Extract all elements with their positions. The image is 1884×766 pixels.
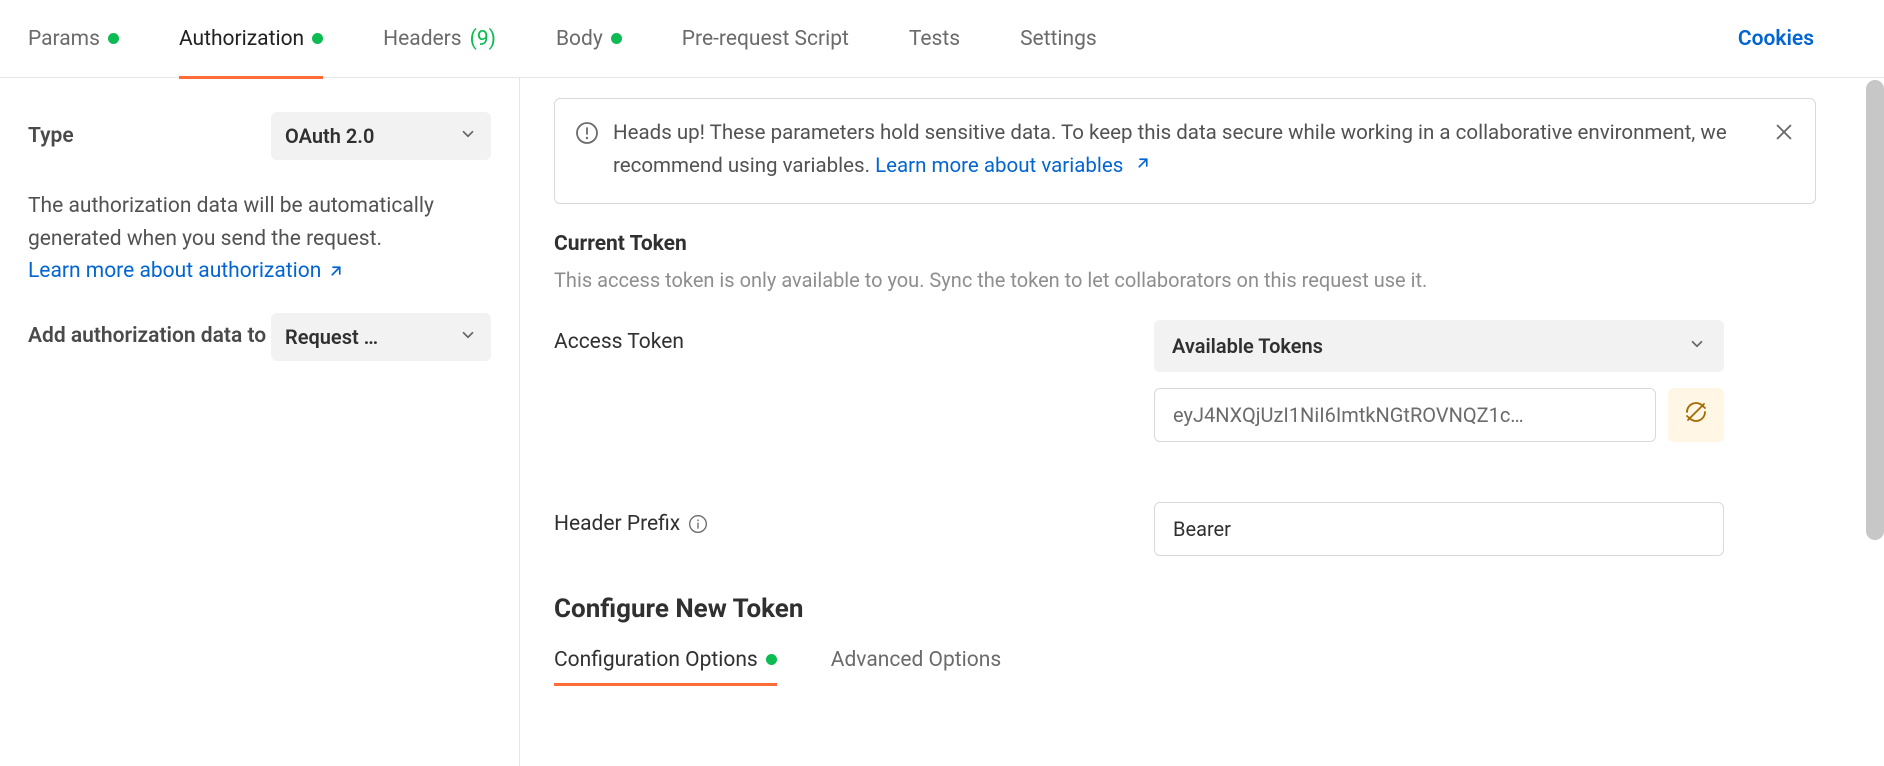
sync-token-button[interactable] (1668, 388, 1724, 442)
header-prefix-label: Header Prefix (554, 502, 1154, 536)
tab-params[interactable]: Params (28, 0, 119, 78)
tab-headers[interactable]: Headers (9) (383, 0, 496, 78)
headers-count: (9) (470, 27, 496, 51)
dot-icon (611, 33, 622, 44)
auth-main: Heads up! These parameters hold sensitiv… (520, 78, 1884, 766)
cookies-link[interactable]: Cookies (1738, 27, 1814, 51)
tab-tests[interactable]: Tests (909, 0, 960, 78)
tab-pre-request-script[interactable]: Pre-request Script (682, 0, 849, 78)
tab-label: Authorization (179, 27, 304, 51)
tab-label: Headers (383, 27, 461, 51)
tab-label: Body (556, 27, 603, 51)
configure-new-token-heading: Configure New Token (554, 594, 1816, 624)
add-data-to-label: Add authorization data to (28, 321, 266, 353)
auth-sidebar: Type OAuth 2.0 The authorization data wi… (0, 78, 520, 766)
tab-label: Tests (909, 27, 960, 51)
info-icon[interactable] (688, 514, 708, 534)
subtab-label: Advanced Options (831, 648, 1001, 672)
access-token-label: Access Token (554, 320, 1154, 354)
learn-authorization-link[interactable]: Learn more about authorization (28, 259, 345, 283)
tab-settings[interactable]: Settings (1020, 0, 1097, 78)
current-token-description: This access token is only available to y… (554, 268, 1816, 292)
alert-text: Heads up! These parameters hold sensitiv… (613, 121, 1727, 178)
chevron-down-icon (459, 124, 477, 148)
dot-icon (766, 654, 777, 665)
tab-body[interactable]: Body (556, 0, 622, 78)
dot-icon (108, 33, 119, 44)
access-token-input[interactable]: eyJ4NXQjUzI1NiI6ImtkNGtROVNQZ1c… (1154, 388, 1656, 442)
learn-variables-link[interactable]: Learn more about variables (875, 154, 1152, 178)
external-link-icon (1134, 154, 1152, 172)
chevron-down-icon (459, 325, 477, 349)
add-data-to-dropdown[interactable]: Request … (271, 313, 491, 361)
tab-label: Settings (1020, 27, 1097, 51)
warning-icon (575, 121, 599, 150)
dot-icon (312, 33, 323, 44)
current-token-heading: Current Token (554, 232, 1816, 256)
dropdown-value: OAuth 2.0 (285, 124, 374, 148)
auth-description: The authorization data will be automatic… (28, 190, 491, 255)
tab-label: Params (28, 27, 100, 51)
subtab-advanced-options[interactable]: Advanced Options (831, 648, 1001, 684)
external-link-icon (327, 262, 345, 280)
subtab-label: Configuration Options (554, 648, 758, 672)
available-tokens-dropdown[interactable]: Available Tokens (1154, 320, 1724, 372)
auth-type-dropdown[interactable]: OAuth 2.0 (271, 112, 491, 160)
request-tabs: Params Authorization Headers (9) Body Pr… (0, 0, 1884, 78)
tab-label: Pre-request Script (682, 27, 849, 51)
close-icon[interactable] (1773, 121, 1795, 148)
sync-icon (1684, 400, 1708, 429)
subtab-configuration-options[interactable]: Configuration Options (554, 648, 777, 684)
chevron-down-icon (1688, 334, 1706, 358)
type-label: Type (28, 124, 74, 148)
scrollbar[interactable] (1866, 80, 1884, 540)
dropdown-value: Request … (285, 325, 378, 349)
tab-authorization[interactable]: Authorization (179, 0, 323, 78)
dropdown-value: Available Tokens (1172, 334, 1323, 358)
header-prefix-input[interactable]: Bearer (1154, 502, 1724, 556)
sensitive-data-alert: Heads up! These parameters hold sensitiv… (554, 98, 1816, 204)
